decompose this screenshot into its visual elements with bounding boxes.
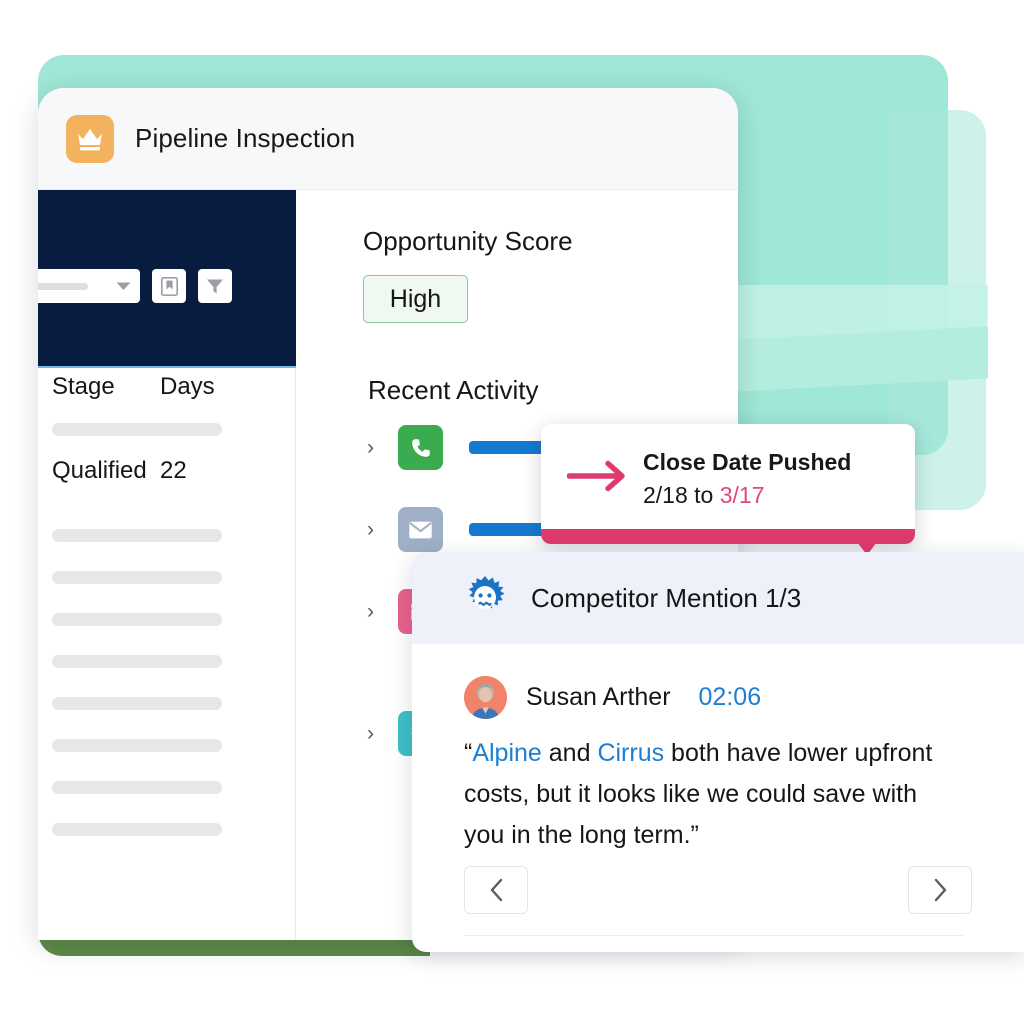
previous-button[interactable] bbox=[464, 866, 528, 914]
mention-pagination bbox=[412, 866, 1024, 914]
chevron-right-icon bbox=[934, 878, 946, 902]
toolbar-controls bbox=[38, 269, 232, 303]
skeleton-bar bbox=[160, 528, 222, 542]
competitor-mention-title: Competitor Mention 1/3 bbox=[531, 582, 802, 613]
avatar bbox=[464, 676, 507, 719]
skeleton-bar bbox=[52, 654, 170, 668]
chevron-right-icon[interactable]: › bbox=[367, 723, 387, 744]
table-row[interactable]: Qualified 22 bbox=[52, 450, 282, 492]
arrow-right-icon bbox=[566, 459, 629, 498]
table-skeleton-row bbox=[52, 724, 282, 766]
navy-toolbar-panel bbox=[38, 190, 296, 368]
quote-mid: and bbox=[541, 739, 598, 767]
chevron-right-icon[interactable]: › bbox=[367, 437, 387, 458]
filter-icon bbox=[207, 279, 223, 293]
skeleton-bar bbox=[52, 780, 170, 794]
left-column: Stage Days Qualified 22 bbox=[38, 190, 296, 940]
skeleton-bar bbox=[52, 422, 170, 436]
column-header-stage: Stage bbox=[52, 373, 115, 400]
skeleton-bar bbox=[52, 570, 170, 584]
column-header-days: Days bbox=[160, 373, 215, 400]
competitor-mention-header: Competitor Mention 1/3 bbox=[412, 552, 1024, 644]
status-badge: High bbox=[363, 275, 468, 323]
skeleton-bar bbox=[52, 738, 170, 752]
skeleton-bar bbox=[52, 528, 170, 542]
skeleton-bar bbox=[160, 612, 222, 626]
quote-text: “Alpine and Cirrus both have lower upfro… bbox=[464, 733, 964, 856]
callout-old-date: 2/18 to bbox=[643, 481, 720, 508]
chevron-left-icon bbox=[490, 878, 502, 902]
opportunity-score-label: Opportunity Score bbox=[363, 226, 573, 256]
table-skeleton-row bbox=[52, 808, 282, 850]
table-skeleton-row bbox=[52, 408, 282, 450]
skeleton-bar bbox=[52, 612, 170, 626]
skeleton-bar bbox=[160, 780, 222, 794]
phone-call-icon bbox=[398, 425, 443, 470]
table-skeleton-row bbox=[52, 598, 282, 640]
table-skeleton-row bbox=[52, 640, 282, 682]
skeleton-bar bbox=[52, 822, 170, 836]
table-header-row: Stage Days bbox=[52, 366, 282, 408]
card-divider bbox=[464, 935, 964, 936]
table-skeleton-row bbox=[52, 766, 282, 808]
cell-days: 22 bbox=[160, 457, 187, 484]
chevron-right-icon[interactable]: › bbox=[367, 519, 387, 540]
brand-cirrus: Cirrus bbox=[597, 739, 665, 767]
skeleton-bar bbox=[52, 696, 170, 710]
select-placeholder-bar bbox=[38, 282, 88, 290]
list-view-select[interactable] bbox=[38, 269, 140, 303]
page-title: Pipeline Inspection bbox=[135, 123, 356, 153]
speaker-name: Susan Arther bbox=[526, 683, 671, 711]
competitor-mention-card: Competitor Mention 1/3 Susan Arther 02:0… bbox=[412, 552, 1024, 952]
email-icon bbox=[398, 507, 443, 552]
crown-icon bbox=[66, 114, 114, 163]
competitor-mention-body: Susan Arther 02:06 “Alpine and Cirrus bo… bbox=[412, 644, 1024, 856]
table-skeleton-row bbox=[52, 556, 282, 598]
skeleton-bar bbox=[160, 696, 222, 710]
filter-button[interactable] bbox=[198, 269, 232, 303]
chevron-right-icon[interactable]: › bbox=[367, 601, 387, 622]
timestamp[interactable]: 02:06 bbox=[699, 683, 762, 712]
screenshot-root: Pipeline Inspection Stage Days Qualified… bbox=[0, 0, 1024, 1024]
bookmark-button[interactable] bbox=[152, 269, 186, 303]
table-skeleton-row bbox=[52, 682, 282, 724]
skeleton-bar bbox=[160, 422, 222, 436]
bookmark-icon bbox=[160, 276, 178, 296]
skeleton-bar bbox=[160, 570, 222, 584]
cell-stage: Qualified bbox=[52, 457, 147, 484]
callout-new-date: 3/17 bbox=[719, 481, 765, 508]
skeleton-bar bbox=[160, 738, 222, 752]
callout-title: Close Date Pushed bbox=[643, 449, 852, 475]
recent-activity-label: Recent Activity bbox=[368, 375, 539, 405]
close-date-callout: Close Date Pushed 2/18 to 3/17 bbox=[541, 424, 915, 556]
speaker-row: Susan Arther 02:06 bbox=[464, 676, 1024, 719]
skeleton-bar bbox=[160, 822, 222, 836]
chevron-down-icon bbox=[116, 282, 131, 290]
einstein-mascot-icon bbox=[462, 575, 508, 622]
opportunity-table: Stage Days Qualified 22 bbox=[38, 366, 296, 850]
skeleton-bar bbox=[160, 654, 222, 668]
brand-alpine: Alpine bbox=[472, 739, 542, 767]
app-header: Pipeline Inspection bbox=[38, 88, 738, 190]
table-skeleton-row bbox=[52, 514, 282, 556]
next-button[interactable] bbox=[908, 866, 972, 914]
